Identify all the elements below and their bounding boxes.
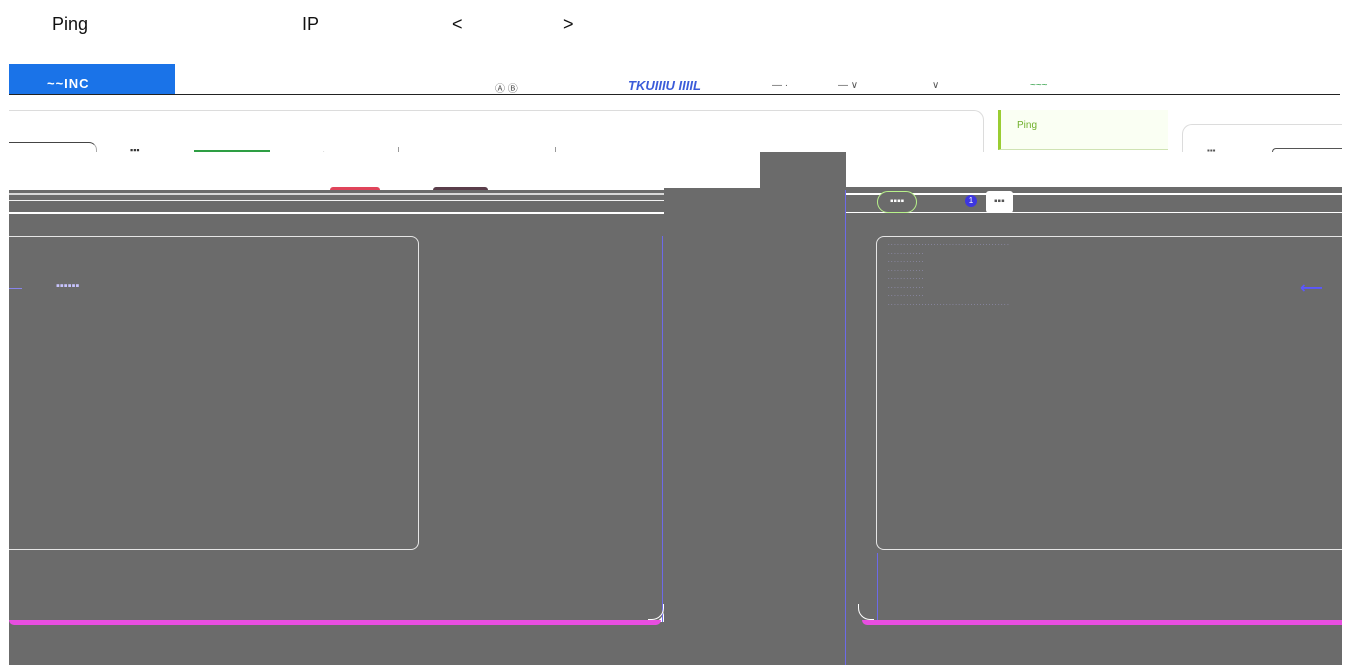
caption-right-chevron: > xyxy=(563,14,574,34)
confirm-button[interactable] xyxy=(330,187,380,190)
page-root: Ping IP < > ~~INC Ⓐ Ⓑ TKUIIIU IIIIL — · … xyxy=(0,0,1348,665)
header-user-icons[interactable]: Ⓐ Ⓑ xyxy=(495,80,518,95)
left-progress-bar xyxy=(9,620,661,625)
left-header-divider xyxy=(9,193,664,195)
input-placeholder: ▪▪▪▪▪▪ xyxy=(56,280,80,292)
stop-button[interactable]: ▪▪▪ xyxy=(986,191,1013,213)
header-divider-right xyxy=(1166,94,1340,95)
right-header-divider-2 xyxy=(846,212,1342,213)
count-badge: 1 xyxy=(965,195,977,207)
middle-panel xyxy=(664,152,846,665)
log-line: · · · · · · · · · · · · xyxy=(888,293,924,299)
log-line: · · · · · · · · · · · · · · · · · · · · … xyxy=(888,301,1009,308)
log-line: · · · · · · · · · · · · xyxy=(888,276,924,282)
arrow-right-icon: ⟵ xyxy=(1300,280,1323,297)
app-logo[interactable]: ~~INC xyxy=(9,64,175,94)
result-log: · · · · · · · · · · · · · · · · · · · · … xyxy=(888,241,1009,309)
left-panel-header xyxy=(9,152,664,190)
arrow-left-icon: — xyxy=(9,280,22,295)
left-header-divider-2 xyxy=(9,200,664,201)
start-ping-button[interactable]: ▪▪▪▪ xyxy=(877,191,918,213)
header-menu-3[interactable]: ∨ xyxy=(932,80,939,91)
reset-button[interactable] xyxy=(433,187,488,190)
log-line: · · · · · · · · · · · · xyxy=(888,250,924,257)
log-scroll-line xyxy=(877,553,878,621)
brand-title: TKUIIIU IIIIL xyxy=(628,78,701,93)
caption-left-chevron: < xyxy=(452,14,463,34)
log-line: · · · · · · · · · · · · · · · · · · · · … xyxy=(888,242,1009,248)
form-card xyxy=(9,110,984,152)
header-divider xyxy=(9,94,1171,95)
log-line: · · · · · · · · · · · · xyxy=(888,259,924,265)
log-line: · · · · · · · · · · · · xyxy=(888,267,924,274)
left-panel-footer xyxy=(9,622,664,665)
header-status-text: ~~~ xyxy=(1030,80,1048,91)
splitter-line-right[interactable] xyxy=(845,190,846,665)
log-line: · · · · · · · · · · · · xyxy=(888,284,924,291)
left-header-divider-3 xyxy=(9,212,664,214)
middle-panel-header xyxy=(664,152,760,188)
right-progress-bar xyxy=(862,620,1342,625)
right-panel-header xyxy=(846,152,1342,187)
splitter-line-left[interactable] xyxy=(662,236,663,622)
right-header-divider xyxy=(846,193,1342,195)
header-menu-2[interactable]: — ∨ xyxy=(838,80,858,91)
header-menu-1[interactable]: — · xyxy=(772,80,788,91)
caption-word-ip: IP xyxy=(302,14,320,34)
tab-ping[interactable]: Ping xyxy=(998,110,1168,150)
caption-word-ping: Ping xyxy=(52,14,89,34)
